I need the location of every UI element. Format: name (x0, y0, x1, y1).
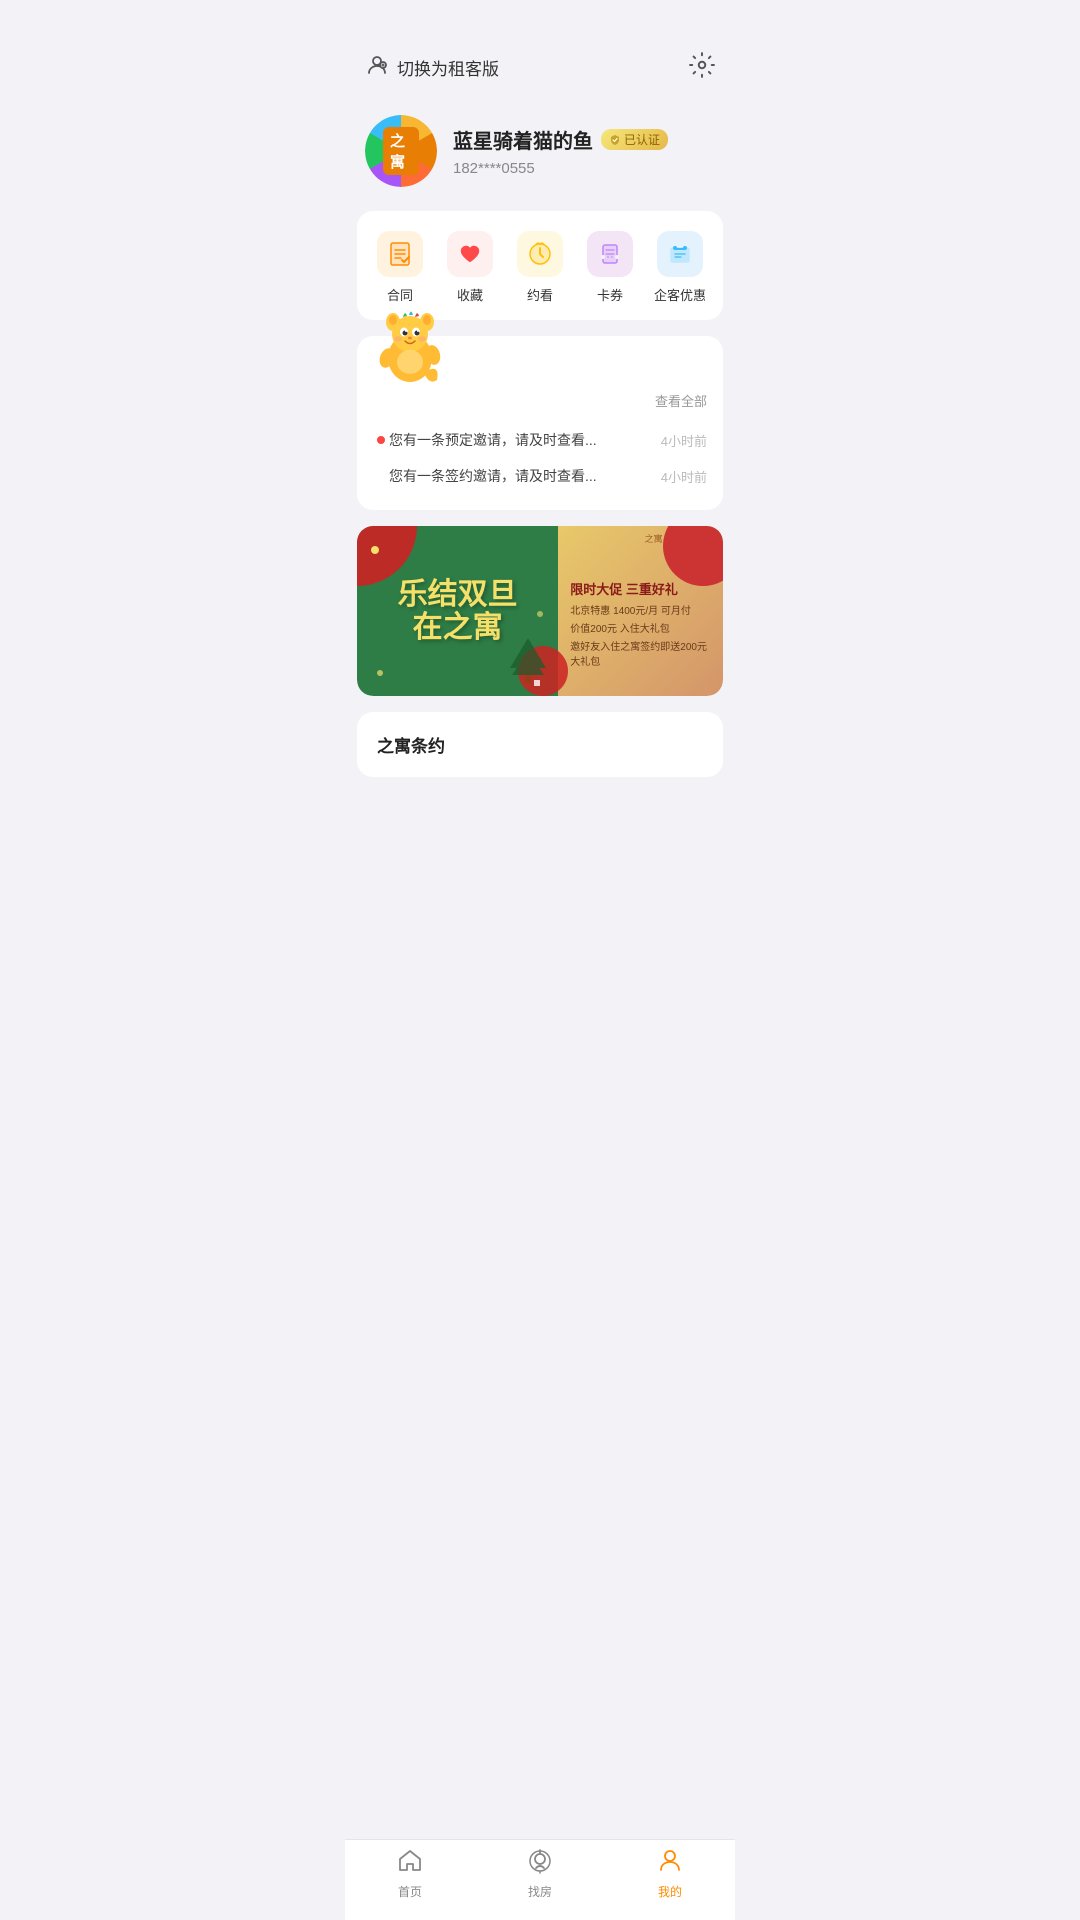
home-icon (397, 1848, 423, 1879)
notification-time-0: 4小时前 (661, 431, 707, 450)
banner: 乐结双旦 在之寓 之寓 | 美好学府家 限时大促 三重好礼 北京特惠 1400元… (357, 526, 723, 696)
mine-icon (657, 1848, 683, 1879)
profile-phone: 182****0555 (453, 160, 715, 177)
notification-item-1[interactable]: 您有一条签约邀请，请及时查看... 4小时前 (389, 458, 707, 494)
verified-label: 已认证 (624, 131, 660, 148)
profile-name: 蓝星骑着猫的鱼 (453, 125, 593, 154)
contract-icon (377, 231, 423, 277)
tab-bar: 首页 找房 我的 (345, 1839, 735, 1920)
pact-title: 之寓条约 (377, 732, 703, 757)
action-favorite[interactable]: 收藏 (440, 231, 500, 304)
banner-title-line1: 乐结双旦 (398, 578, 518, 611)
tab-mine[interactable]: 我的 (605, 1848, 735, 1900)
switch-icon (365, 53, 389, 83)
promo-item2: 价值200元 入住大礼包 (570, 620, 711, 635)
banner-section[interactable]: 乐结双旦 在之寓 之寓 | 美好学府家 限时大促 三重好礼 北京特惠 1400元… (357, 526, 723, 696)
favorite-label: 收藏 (457, 285, 483, 304)
tab-home-label: 首页 (398, 1883, 422, 1900)
verified-badge: 已认证 (601, 129, 668, 150)
notification-time-1: 4小时前 (661, 467, 707, 486)
profile-section: 之寓 蓝星骑着猫的鱼 已认证 182****0555 (345, 99, 735, 211)
banner-title-line2: 在之寓 (398, 611, 518, 644)
view-all-button[interactable]: 查看全部 (655, 391, 707, 410)
settings-button[interactable] (689, 52, 715, 83)
find-icon (527, 1848, 553, 1879)
banner-right: 之寓 | 美好学府家 限时大促 三重好礼 北京特惠 1400元/月 可月付 价值… (558, 526, 723, 696)
banner-left: 乐结双旦 在之寓 (357, 526, 558, 696)
action-enterprise[interactable]: 企客优惠 (650, 231, 710, 304)
promo-item1: 北京特惠 1400元/月 可月付 (570, 602, 711, 617)
notification-text-0: 您有一条预定邀请，请及时查看... (389, 430, 597, 450)
action-coupon[interactable]: 卡券 (580, 231, 640, 304)
promo-item3: 邀好友入住之寓签约即送200元大礼包 (570, 638, 711, 668)
header: 切换为租客版 (345, 44, 735, 99)
notification-section: 查看全部 您有一条预定邀请，请及时查看... 4小时前 您有一条签约邀请，请及时… (357, 336, 723, 510)
quick-actions-grid: 合同 收藏 约看 (365, 231, 715, 304)
tab-find[interactable]: 找房 (475, 1848, 605, 1900)
tab-home[interactable]: 首页 (345, 1848, 475, 1900)
enterprise-icon (657, 231, 703, 277)
pact-section: 之寓条约 (357, 712, 723, 777)
appointment-label: 约看 (527, 285, 553, 304)
switch-tenant-row[interactable]: 切换为租客版 (365, 53, 499, 83)
avatar[interactable]: 之寓 (365, 115, 437, 187)
notification-header: 查看全部 (373, 391, 707, 410)
coupon-label: 卡券 (597, 285, 623, 304)
notification-dot (377, 436, 385, 444)
profile-info: 蓝星骑着猫的鱼 已认证 182****0555 (453, 125, 715, 177)
notification-item-0[interactable]: 您有一条预定邀请，请及时查看... 4小时前 (389, 422, 707, 458)
tab-mine-label: 我的 (658, 1883, 682, 1900)
profile-name-row: 蓝星骑着猫的鱼 已认证 (453, 125, 715, 154)
favorite-icon (447, 231, 493, 277)
coupon-icon (587, 231, 633, 277)
action-appointment[interactable]: 约看 (510, 231, 570, 304)
action-contract[interactable]: 合同 (370, 231, 430, 304)
notification-text-1: 您有一条签约邀请，请及时查看... (389, 466, 597, 486)
appointment-icon (517, 231, 563, 277)
tab-find-label: 找房 (528, 1883, 552, 1900)
switch-label: 切换为租客版 (397, 55, 499, 80)
avatar-text: 之寓 (383, 127, 419, 175)
status-bar (345, 0, 735, 44)
mascot (365, 300, 455, 390)
promo-title: 限时大促 三重好礼 (570, 579, 711, 598)
enterprise-label: 企客优惠 (654, 285, 706, 304)
